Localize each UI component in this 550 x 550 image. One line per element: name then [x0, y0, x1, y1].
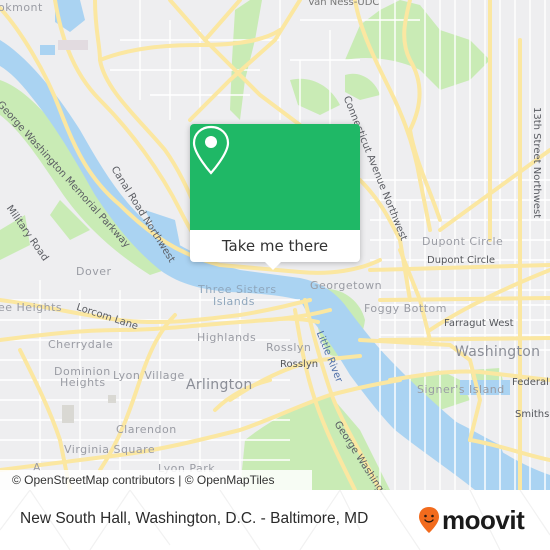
popup-header: [190, 124, 360, 230]
label-three-sisters-1: Three Sisters: [198, 283, 277, 296]
label-washington: Washington: [455, 344, 541, 360]
label-georgetown: Georgetown: [310, 279, 383, 292]
label-signers-island: Signer's Island: [417, 383, 505, 396]
label-dover: Dover: [76, 265, 112, 278]
label-arlington: Arlington: [186, 377, 253, 393]
label-foggy-bottom: Foggy Bottom: [364, 302, 447, 315]
label-rosslyn-station: Rosslyn: [280, 359, 319, 370]
moovit-smiley-pin-icon: [419, 507, 439, 533]
footer-bar: New South Hall, Washington, D.C. - Balti…: [0, 490, 550, 550]
label-dupont-circle-station: Dupont Circle: [427, 255, 496, 266]
label-van-ness-udc: Van Ness-UDC: [308, 0, 380, 8]
label-cherrydale: Cherrydale: [48, 338, 114, 351]
map-attribution[interactable]: © OpenStreetMap contributors | © OpenMap…: [0, 470, 312, 490]
label-farragut-west: Farragut West: [444, 318, 514, 329]
label-dominion-heights-2: Heights: [60, 376, 106, 389]
moovit-logo[interactable]: moovit: [418, 504, 525, 536]
label-brookmont: okmont: [0, 1, 43, 14]
label-federal-triangle: Federal Tr: [512, 377, 550, 388]
label-smithsonian: Smithson: [515, 409, 550, 420]
map-pin-icon: [192, 125, 230, 175]
page-root: okmont Van Ness-UDC Connecticut Avenue N…: [0, 0, 550, 550]
label-highlands: Highlands: [197, 331, 257, 344]
label-lee-heights: ee Heights: [0, 301, 63, 314]
location-title: New South Hall, Washington, D.C. - Balti…: [20, 510, 369, 527]
take-me-there-button[interactable]: Take me there: [190, 230, 360, 262]
map-canvas[interactable]: okmont Van Ness-UDC Connecticut Avenue N…: [0, 0, 550, 490]
label-virginia-square: Virginia Square: [64, 443, 156, 456]
location-popup: Take me there: [190, 124, 360, 270]
label-rosslyn-area: Rosslyn: [266, 341, 312, 354]
label-13th-street: 13th Street Northwest: [531, 107, 542, 219]
label-three-sisters-2: Islands: [213, 295, 255, 308]
label-lyon-village: Lyon Village: [113, 369, 185, 382]
label-clarendon: Clarendon: [116, 423, 177, 436]
label-dupont-circle-area: Dupont Circle: [422, 235, 504, 248]
moovit-wordmark: moovit: [442, 504, 525, 535]
popup-pointer: [265, 262, 281, 270]
